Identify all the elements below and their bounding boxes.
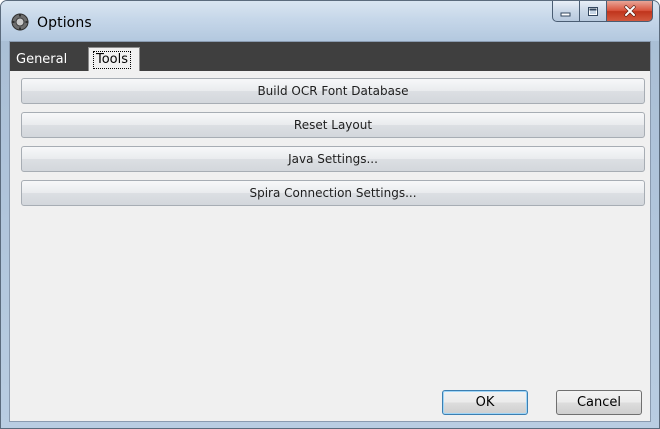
java-settings-label: Java Settings... bbox=[288, 152, 378, 166]
maximize-icon bbox=[587, 2, 599, 21]
title-bar[interactable]: Options bbox=[1, 1, 659, 41]
ok-button-label: OK bbox=[475, 395, 495, 410]
tools-tab-panel: Build OCR Font Database Reset Layout Jav… bbox=[10, 71, 650, 381]
reset-layout-button[interactable]: Reset Layout bbox=[21, 112, 645, 138]
spira-connection-settings-button[interactable]: Spira Connection Settings... bbox=[21, 180, 645, 206]
ok-button[interactable]: OK bbox=[442, 390, 528, 415]
cancel-button[interactable]: Cancel bbox=[556, 390, 642, 415]
reset-layout-label: Reset Layout bbox=[293, 118, 373, 132]
close-icon bbox=[623, 2, 637, 21]
minimize-button[interactable] bbox=[552, 1, 580, 22]
maximize-button[interactable] bbox=[580, 1, 607, 22]
build-ocr-font-database-button[interactable]: Build OCR Font Database bbox=[21, 78, 645, 104]
build-ocr-font-database-label: Build OCR Font Database bbox=[257, 84, 409, 98]
options-app-icon bbox=[11, 13, 29, 31]
spira-connection-settings-label: Spira Connection Settings... bbox=[249, 186, 417, 200]
tab-tools[interactable]: Tools bbox=[88, 47, 140, 71]
tab-general-label: General bbox=[16, 51, 68, 67]
dialog-footer: OK Cancel bbox=[10, 380, 650, 421]
options-window: Options General Tools Build OCR Font Dat… bbox=[0, 0, 660, 429]
minimize-icon bbox=[560, 2, 572, 21]
close-button[interactable] bbox=[607, 1, 653, 22]
java-settings-button[interactable]: Java Settings... bbox=[21, 146, 645, 172]
tab-general[interactable]: General bbox=[11, 47, 87, 71]
window-title: Options bbox=[37, 15, 92, 31]
caption-buttons bbox=[552, 1, 653, 23]
tab-strip: General Tools bbox=[10, 42, 650, 71]
tab-tools-label: Tools bbox=[93, 50, 132, 69]
dialog-client-area: General Tools Build OCR Font Database Re… bbox=[9, 41, 651, 422]
cancel-button-label: Cancel bbox=[576, 395, 622, 410]
